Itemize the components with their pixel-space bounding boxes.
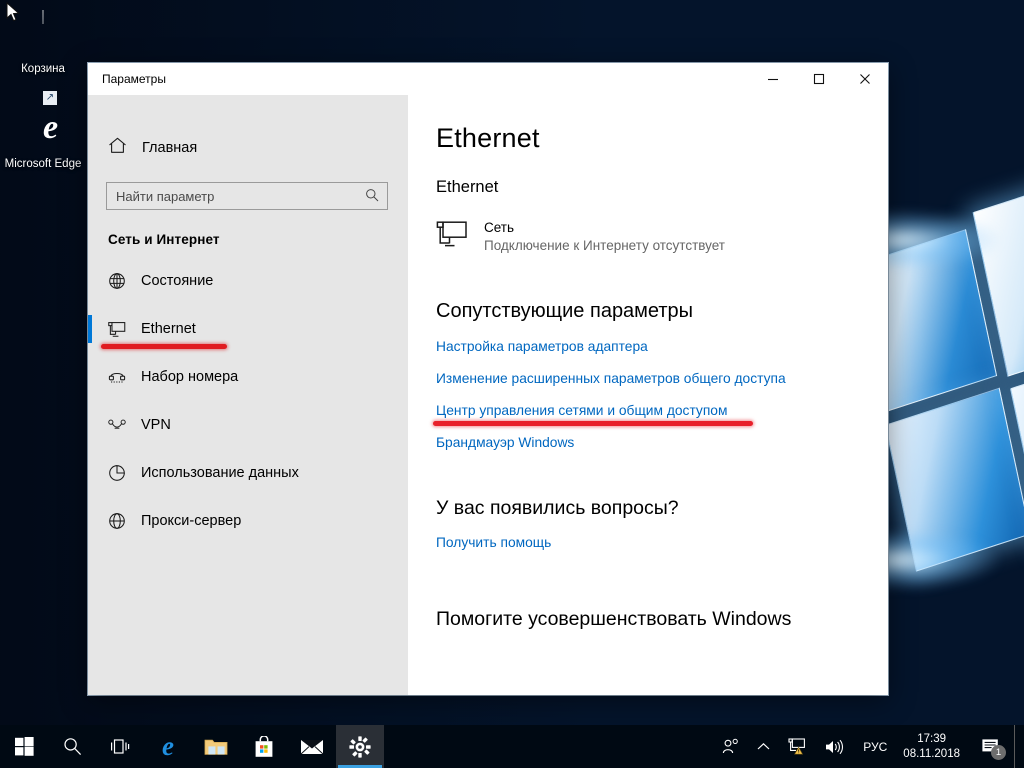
show-hidden-icons-button[interactable] [748,725,779,768]
network-pc-icon [436,221,470,249]
sidebar-home-label: Главная [142,140,198,156]
proxy-globe-icon [108,512,126,530]
network-tray-button[interactable] [779,725,816,768]
show-desktop-button[interactable] [1014,725,1020,768]
clock-date: 08.11.2018 [903,747,960,760]
sidebar-item-label: Состояние [141,273,214,289]
link-advanced-sharing-settings[interactable]: Изменение расширенных параметров общего … [436,371,786,386]
windows-logo-icon [14,737,34,756]
gear-icon [349,735,371,758]
sidebar-item-label: Ethernet [141,321,196,337]
system-tray: РУС 17:39 08.11.2018 1 [713,725,1024,768]
store-bag-icon [255,735,273,757]
link-adapter-settings[interactable]: Настройка параметров адаптера [436,339,648,354]
page-title: Ethernet [436,123,540,153]
action-center-button[interactable]: 1 [970,725,1010,768]
annotation-underline-ethernet [101,344,227,349]
ethernet-icon [108,320,126,338]
task-view-icon [111,738,130,754]
sidebar-item-home[interactable]: Главная [88,131,408,165]
search-icon [63,738,81,756]
microsoft-store-button[interactable] [240,725,288,768]
sidebar-item-status[interactable]: Состояние [88,257,408,305]
network-warning-icon [788,738,806,755]
link-network-sharing-center[interactable]: Центр управления сетями и общим доступом [433,403,753,426]
language-indicator[interactable]: РУС [853,740,897,754]
shortcut-arrow-icon: ↗ [43,91,57,105]
minimize-button[interactable] [750,63,796,95]
dialup-icon [108,368,126,386]
clock-time: 17:39 [917,732,947,745]
close-button[interactable] [842,63,888,95]
related-settings-title: Сопутствующие параметры [436,300,694,322]
people-button[interactable] [713,725,748,768]
sidebar-item-label: VPN [141,417,171,433]
sidebar-item-data-usage[interactable]: Использование данных [88,449,408,497]
globe-status-icon [108,272,126,290]
file-explorer-button[interactable] [192,725,240,768]
desktop-icon-microsoft-edge[interactable]: e ↗ Microsoft Edge [4,91,82,171]
mail-button[interactable] [288,725,336,768]
sidebar-item-ethernet[interactable]: Ethernet [88,305,408,353]
network-name: Сеть [484,220,515,235]
settings-content-pane: Ethernet Ethernet Сеть Подключение к Инт… [408,95,888,695]
clock[interactable]: 17:39 08.11.2018 [897,732,970,762]
edge-icon: e ↗ [43,91,59,146]
folder-icon [204,739,228,755]
desktop-icon-label-line2: Edge [54,158,82,170]
mail-envelope-icon [300,739,324,754]
chevron-up-icon [757,742,770,750]
improve-windows-title: Помогите усовершенствовать Windows [436,608,792,630]
search-icon[interactable] [365,188,379,207]
taskbar-edge-button[interactable]: e [144,725,192,768]
network-status-row[interactable]: Сеть Подключение к Интернету отсутствует [436,219,888,256]
people-icon [723,738,739,754]
start-button[interactable] [0,725,48,768]
task-view-button[interactable] [96,725,144,768]
network-status-text: Подключение к Интернету отсутствует [484,238,725,253]
desktop-icon-label: Корзина [21,63,65,75]
window-title: Параметры [102,72,166,86]
sidebar-item-dialup[interactable]: Набор номера [88,353,408,401]
vpn-icon [108,416,126,434]
link-get-help[interactable]: Получить помощь [436,535,551,550]
sidebar-item-vpn[interactable]: VPN [88,401,408,449]
sidebar-item-label: Набор номера [141,369,239,385]
desktop-icon-label-line1: Microsoft [4,158,52,170]
sidebar-category-title: Сеть и Интернет [108,232,220,247]
settings-taskbar-button[interactable] [336,725,384,768]
notification-count-badge: 1 [991,745,1006,760]
maximize-button[interactable] [796,63,842,95]
home-icon [108,137,127,159]
window-titlebar[interactable]: Параметры [88,63,888,95]
link-windows-firewall[interactable]: Брандмауэр Windows [436,435,574,450]
search-input[interactable] [106,182,388,210]
taskbar-search-button[interactable] [48,725,96,768]
section-title-ethernet: Ethernet [436,178,499,196]
speaker-icon [826,739,844,754]
settings-sidebar: Главная Сеть и Интернет [88,95,408,695]
link-network-sharing-center-label: Центр управления сетями и общим доступом [436,403,728,418]
settings-search [106,182,388,210]
sidebar-item-proxy[interactable]: Прокси-сервер [88,497,408,545]
sidebar-item-label: Использование данных [141,465,299,481]
settings-window: Параметры Главная Найти параметр Сеть и … [88,63,888,695]
sidebar-nav-list: Состояние Ethernet Набор номера VPN Испо… [88,257,408,545]
taskbar: e РУС 17:39 08.11.2018 1 [0,725,1024,768]
data-usage-icon [108,464,126,482]
volume-button[interactable] [816,725,853,768]
edge-icon: e [162,731,174,761]
mouse-cursor [6,2,20,22]
annotation-underline-network-sharing-center [433,421,753,426]
sidebar-item-label: Прокси-сервер [141,513,242,529]
questions-title: У вас появились вопросы? [436,497,679,519]
